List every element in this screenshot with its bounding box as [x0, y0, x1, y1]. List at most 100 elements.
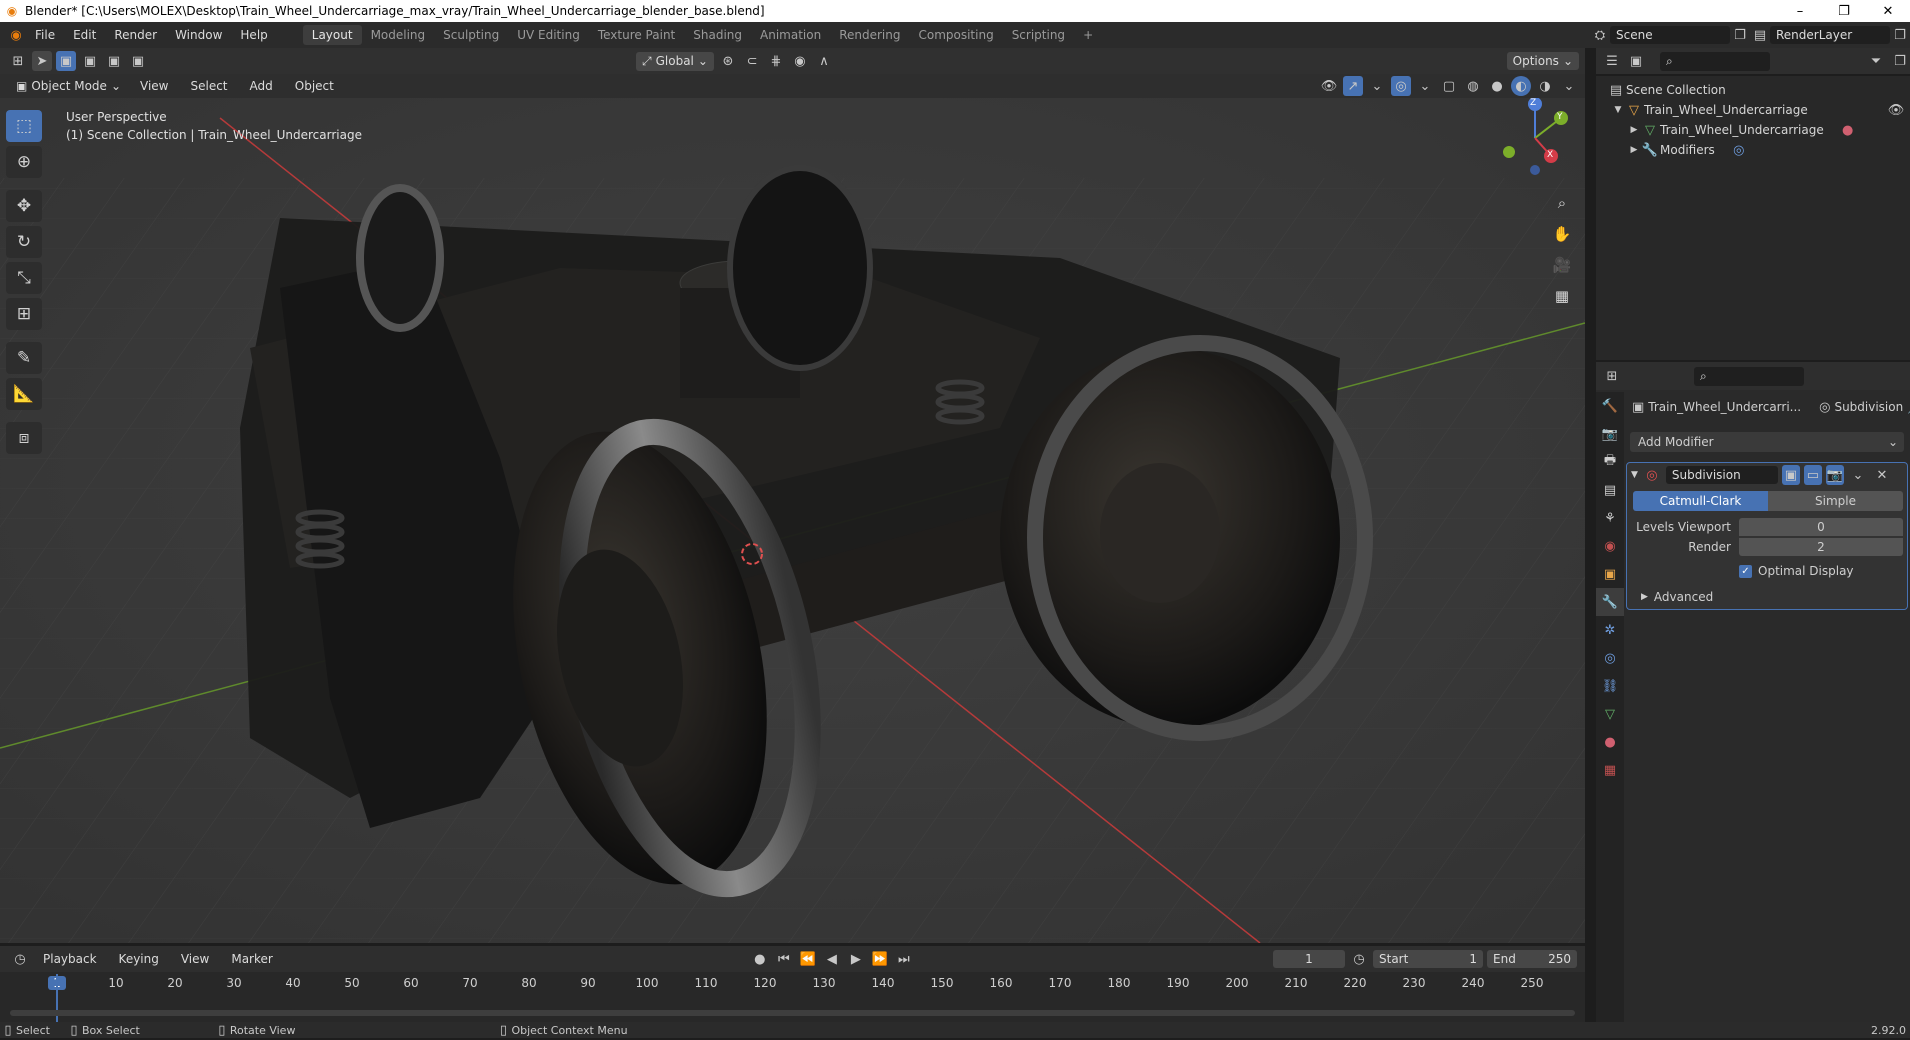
visibility-icon[interactable]: 👁	[1319, 76, 1339, 96]
transform-tool-icon[interactable]: ⊞	[6, 298, 42, 330]
new-scene-icon[interactable]: ❐	[1730, 25, 1750, 45]
object-tab-icon[interactable]: ▣	[1596, 560, 1624, 588]
tab-modeling[interactable]: Modeling	[362, 25, 435, 45]
collapse-arrow-icon[interactable]: ▼	[1631, 470, 1638, 480]
tab-sculpting[interactable]: Sculpting	[434, 25, 508, 45]
output-tab-icon[interactable]: 🖶	[1596, 448, 1624, 476]
end-frame-field[interactable]: End 250	[1487, 950, 1577, 968]
navigation-gizmo[interactable]: Z Y X	[1495, 98, 1575, 178]
tab-shading[interactable]: Shading	[684, 25, 751, 45]
material-shading-icon[interactable]: ◐	[1511, 76, 1531, 96]
tab-animation[interactable]: Animation	[751, 25, 830, 45]
measure-tool-icon[interactable]: 📐	[6, 378, 42, 410]
menu-help[interactable]: Help	[231, 28, 276, 42]
cursor-tool-icon[interactable]: ⊕	[6, 146, 42, 178]
jump-end-icon[interactable]: ⏭	[894, 949, 914, 969]
scale-tool-icon[interactable]: ⤡	[6, 262, 42, 294]
remove-modifier-icon[interactable]: ✕	[1872, 465, 1892, 485]
expand-arrow-icon[interactable]: ▶	[1628, 140, 1640, 160]
optimal-display-checkbox[interactable]: ✓	[1739, 564, 1752, 578]
mode-dropdown[interactable]: ▣ Object Mode ⌄	[10, 77, 127, 95]
eye-icon[interactable]: 👁	[1886, 100, 1906, 120]
proportional-edit-icon[interactable]: ◉	[790, 51, 810, 71]
select-mode-icon[interactable]: ➤	[32, 51, 52, 71]
chevron-down-icon[interactable]: ⌄	[1367, 76, 1387, 96]
render-layer-icon[interactable]: ▤	[1750, 25, 1770, 45]
select-subtract-icon[interactable]: ▣	[104, 51, 124, 71]
menu-file[interactable]: File	[26, 28, 64, 42]
menu-timeline-view[interactable]: View	[172, 952, 218, 966]
add-cube-tool-icon[interactable]: ⧈	[6, 422, 42, 454]
render-levels-field[interactable]: 2	[1739, 538, 1903, 556]
snap-target-icon[interactable]: ⋕	[766, 51, 786, 71]
menu-keying[interactable]: Keying	[110, 952, 168, 966]
outliner-row-object[interactable]: ▼ ▽ Train_Wheel_Undercarriage 👁	[1596, 100, 1910, 120]
solid-shading-icon[interactable]: ●	[1487, 76, 1507, 96]
scene-icon[interactable]: ⛭	[1590, 25, 1610, 45]
new-collection-icon[interactable]: ❐	[1890, 51, 1910, 71]
orientation-dropdown[interactable]: ⤢ Global ⌄	[636, 51, 714, 71]
start-frame-field[interactable]: Start 1	[1373, 950, 1483, 968]
select-extend-icon[interactable]: ▣	[80, 51, 100, 71]
viewport-toggle-icon[interactable]: ▭	[1803, 465, 1822, 485]
clock-icon[interactable]: ◷	[1349, 949, 1369, 969]
advanced-subpanel[interactable]: ▶ Advanced	[1641, 588, 1907, 606]
play-icon[interactable]: ▶	[846, 949, 866, 969]
overlay-toggle-icon[interactable]: ◎	[1391, 76, 1411, 96]
menu-render[interactable]: Render	[105, 28, 166, 42]
properties-editor-icon[interactable]: ⊞	[1602, 366, 1622, 386]
tab-compositing[interactable]: Compositing	[909, 25, 1002, 45]
texture-tab-icon[interactable]: ▦	[1596, 756, 1624, 784]
close-window-button[interactable]: ✕	[1866, 4, 1910, 19]
snap-icon[interactable]: ⊂	[742, 51, 762, 71]
tab-scripting[interactable]: Scripting	[1003, 25, 1074, 45]
select-new-icon[interactable]: ▣	[56, 51, 76, 71]
constraints-tab-icon[interactable]: ⛓	[1596, 672, 1624, 700]
xray-icon[interactable]: ▢	[1439, 76, 1459, 96]
render-layer-field[interactable]: RenderLayer	[1770, 26, 1890, 44]
expand-arrow-icon[interactable]: ▶	[1628, 120, 1640, 140]
chevron-down-icon[interactable]: ⌄	[1848, 465, 1868, 485]
rotate-tool-icon[interactable]: ↻	[6, 226, 42, 258]
chevron-down-icon[interactable]: ⌄	[1559, 76, 1579, 96]
rendered-shading-icon[interactable]: ◑	[1535, 76, 1555, 96]
catmull-clark-option[interactable]: Catmull-Clark	[1633, 491, 1768, 511]
properties-search-input[interactable]: ⌕	[1694, 366, 1804, 386]
pivot-icon[interactable]: ⊛	[718, 51, 738, 71]
prev-keyframe-icon[interactable]: ⏪	[798, 949, 818, 969]
tab-rendering[interactable]: Rendering	[830, 25, 909, 45]
view-layer-tab-icon[interactable]: ▤	[1596, 476, 1624, 504]
select-box-tool-icon[interactable]: ⬚	[6, 110, 42, 142]
render-tab-icon[interactable]: 📷	[1596, 420, 1624, 448]
annotate-tool-icon[interactable]: ✎	[6, 342, 42, 374]
current-frame-field[interactable]: 1	[1273, 950, 1345, 968]
modifiers-tab-icon[interactable]: 🔧	[1596, 588, 1624, 616]
editor-type-icon[interactable]: ⊞	[8, 51, 28, 71]
outliner-row-modifiers[interactable]: ▶ 🔧 Modifiers ◎	[1596, 140, 1910, 160]
particles-tab-icon[interactable]: ✲	[1596, 616, 1624, 644]
outliner-editor-icon[interactable]: ☰	[1602, 51, 1622, 71]
options-dropdown[interactable]: Options ⌄	[1506, 52, 1579, 70]
timeline-editor-icon[interactable]: ◷	[10, 949, 30, 969]
physics-tab-icon[interactable]: ◎	[1596, 644, 1624, 672]
expand-arrow-icon[interactable]: ▼	[1612, 100, 1624, 120]
tab-uv-editing[interactable]: UV Editing	[508, 25, 589, 45]
menu-marker[interactable]: Marker	[222, 952, 281, 966]
pan-hand-icon[interactable]: ✋	[1549, 221, 1575, 247]
menu-playback[interactable]: Playback	[34, 952, 106, 966]
render-toggle-icon[interactable]: 📷	[1825, 465, 1844, 485]
menu-select[interactable]: Select	[181, 79, 236, 93]
simple-option[interactable]: Simple	[1768, 491, 1903, 511]
outliner-search-input[interactable]: ⌕	[1660, 51, 1770, 71]
maximize-button[interactable]: ❐	[1822, 4, 1866, 19]
frame-ruler[interactable]: 1102030405060708090100110120130140150160…	[0, 974, 1585, 994]
world-tab-icon[interactable]: ◉	[1596, 532, 1624, 560]
menu-view[interactable]: View	[131, 79, 177, 93]
minimize-button[interactable]: –	[1778, 4, 1822, 19]
display-mode-icon[interactable]: ▣	[1626, 51, 1646, 71]
3d-viewport[interactable]: User Perspective (1) Scene Collection | …	[0, 98, 1585, 943]
scene-tab-icon[interactable]: ⚘	[1596, 504, 1624, 532]
timeline-scrollbar[interactable]	[10, 1010, 1575, 1016]
gizmo-toggle-icon[interactable]: ↗	[1343, 76, 1363, 96]
ortho-toggle-icon[interactable]: ▦	[1549, 283, 1575, 309]
